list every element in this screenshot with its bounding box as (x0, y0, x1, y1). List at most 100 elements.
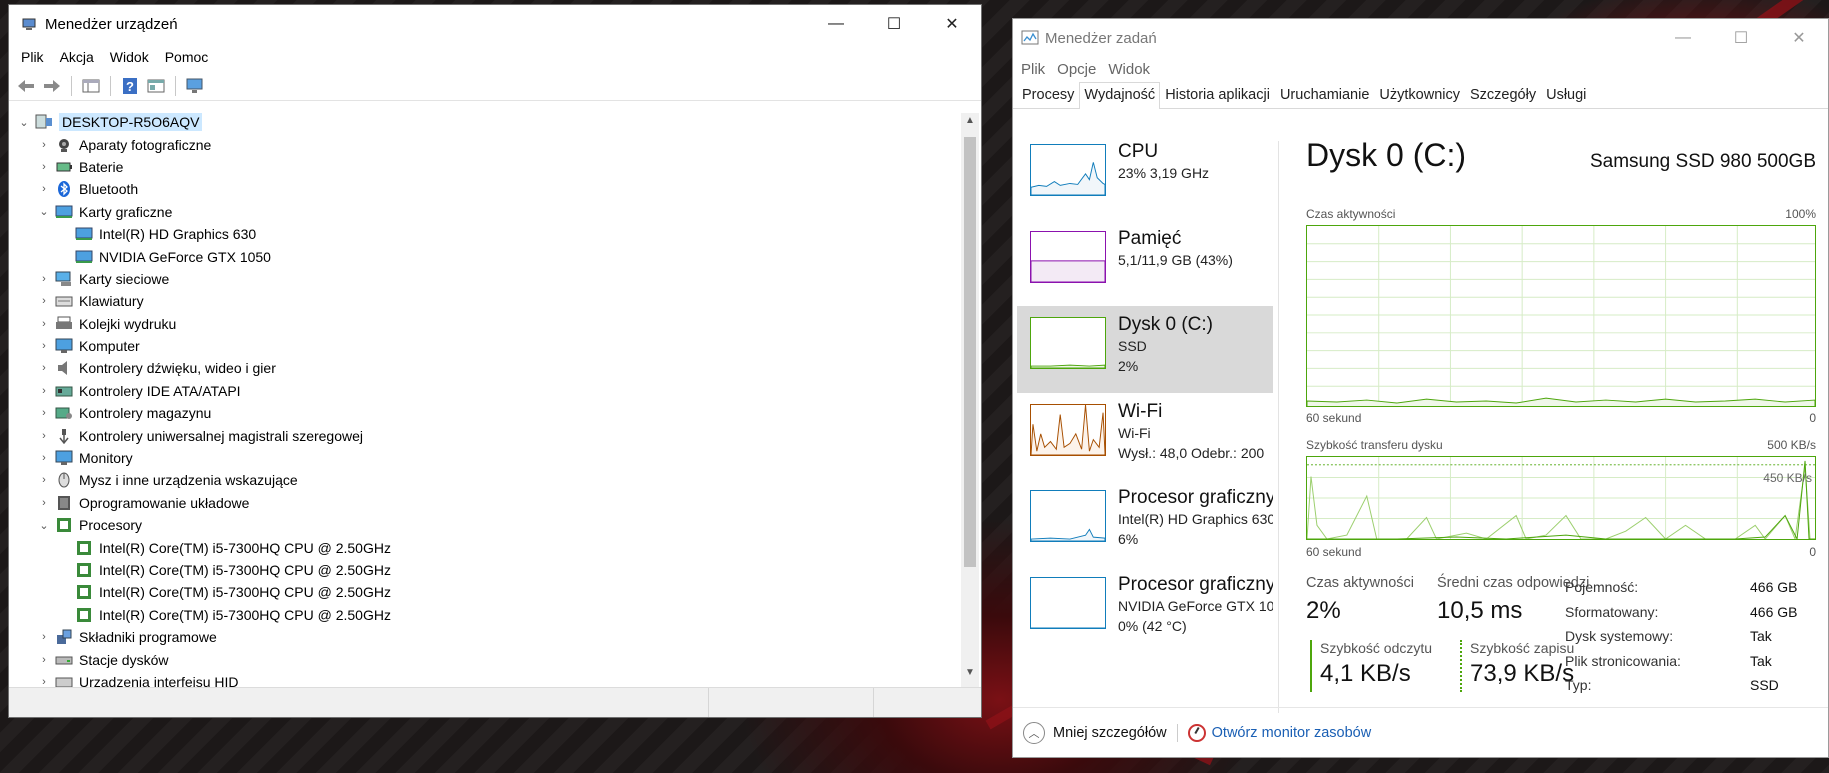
tree-item[interactable]: › Kontrolery magazynu (9, 402, 961, 424)
window-controls: — ☐ ✕ (807, 5, 981, 43)
tree-item[interactable]: › Komputer (9, 335, 961, 357)
tree-item[interactable]: › Kolejki wydruku (9, 313, 961, 335)
tree-item-label: Mysz i inne urządzenia wskazujące (79, 472, 298, 489)
close-button[interactable]: ✕ (1770, 19, 1828, 57)
resource-sparkline (1030, 490, 1106, 542)
processor-icon (77, 585, 91, 600)
resource-item[interactable]: Dysk 0 (C:) SSD 2% (1017, 306, 1273, 393)
open-resource-monitor-link[interactable]: Otwórz monitor zasobów (1212, 725, 1372, 741)
device-manager-window: Menedżer urządzeń — ☐ ✕ Plik Akcja Widok… (8, 4, 982, 718)
properties-icon[interactable] (143, 74, 169, 98)
scroll-down-arrow-icon[interactable]: ▼ (961, 667, 979, 685)
scan-hardware-icon[interactable] (182, 74, 208, 98)
chevron-right-icon[interactable]: › (37, 160, 51, 174)
read-speed-label: Szybkość odczytu (1320, 640, 1433, 656)
tab-procesy[interactable]: Procesy (1017, 82, 1079, 108)
back-arrow-icon[interactable] (13, 74, 39, 98)
tree-item[interactable]: › Stacje dysków (9, 648, 961, 670)
chevron-right-icon[interactable]: › (37, 630, 51, 644)
chevron-down-icon[interactable]: ⌄ (17, 115, 31, 129)
tree-item-label: Kolejki wydruku (79, 315, 177, 332)
chevron-right-icon[interactable]: › (37, 339, 51, 353)
chevron-down-icon[interactable]: ⌄ (37, 518, 51, 532)
tab-wydajnosc[interactable]: Wydajność (1079, 82, 1161, 109)
tree-item[interactable]: › Oprogramowanie układowe (9, 492, 961, 514)
tree-item[interactable]: › Kontrolery uniwersalnej magistrali szer… (9, 424, 961, 446)
maximize-button[interactable]: ☐ (1712, 19, 1770, 57)
tree-item[interactable]: › Baterie (9, 156, 961, 178)
minimize-button[interactable]: — (1654, 19, 1712, 57)
disk-detail-panel: Dysk 0 (C:) Samsung SSD 980 500GB Czas a… (1306, 137, 1816, 717)
tree-item[interactable]: NVIDIA GeForce GTX 1050 (9, 245, 961, 267)
forward-arrow-icon[interactable] (39, 74, 65, 98)
tree-item[interactable]: Intel(R) HD Graphics 630 (9, 223, 961, 245)
tree-item-label: Bluetooth (79, 181, 139, 198)
menu-plik[interactable]: Plik (13, 49, 52, 65)
menu-akcja[interactable]: Akcja (52, 49, 102, 65)
menu-opcje[interactable]: Opcje (1051, 61, 1102, 78)
show-hide-console-tree-icon[interactable] (78, 74, 104, 98)
resource-value: 0% (42 °C) (1118, 617, 1187, 634)
chevron-right-icon[interactable]: › (37, 384, 51, 398)
maximize-button[interactable]: ☐ (865, 5, 923, 43)
chevron-right-icon[interactable]: › (37, 653, 51, 667)
less-details-link[interactable]: Mniej szczegółów (1053, 725, 1167, 741)
menu-widok[interactable]: Widok (1102, 61, 1156, 78)
chevron-right-icon[interactable]: › (37, 294, 51, 308)
chevron-right-icon[interactable]: › (37, 429, 51, 443)
resource-item[interactable]: Procesor graficzny 1 NVIDIA GeForce GTX 1… (1017, 566, 1273, 653)
chevron-up-icon[interactable]: ︿ (1023, 721, 1045, 744)
scrollbar-thumb[interactable] (964, 137, 976, 567)
bluetooth-icon (58, 181, 70, 198)
tab-uslugi[interactable]: Usługi (1541, 82, 1591, 108)
tree-item[interactable]: › Bluetooth (9, 178, 961, 200)
tree-item[interactable]: ⌄ Procesory (9, 514, 961, 536)
help-icon[interactable]: ? (117, 74, 143, 98)
menu-plik[interactable]: Plik (1015, 61, 1051, 78)
tree-item[interactable]: › Kontrolery IDE ATA/ATAPI (9, 380, 961, 402)
chevron-right-icon[interactable]: › (37, 361, 51, 375)
resource-item[interactable]: CPU 23% 3,19 GHz (1017, 133, 1273, 220)
chevron-down-icon[interactable]: ⌄ (37, 205, 51, 219)
active-time-value: 2% (1306, 597, 1341, 624)
tree-item[interactable]: › Kontrolery dźwięku, wideo i gier (9, 357, 961, 379)
tab-historia-aplikacji[interactable]: Historia aplikacji (1160, 82, 1275, 108)
tree-item[interactable]: Intel(R) Core(TM) i5-7300HQ CPU @ 2.50GH… (9, 581, 961, 603)
tree-item[interactable]: › Monitory (9, 447, 961, 469)
vertical-scrollbar[interactable]: ▲ ▼ (961, 113, 979, 687)
resource-detail: SSD (1118, 338, 1147, 354)
tree-root[interactable]: ⌄ DESKTOP-R5O6AQV (9, 111, 961, 133)
tree-item[interactable]: › Aparaty fotograficzne (9, 133, 961, 155)
tree-item[interactable]: › Klawiatury (9, 290, 961, 312)
tree-item[interactable]: › Składniki programowe (9, 626, 961, 648)
tree-item[interactable]: Intel(R) Core(TM) i5-7300HQ CPU @ 2.50GH… (9, 604, 961, 626)
resource-item[interactable]: Wi-Fi Wi-Fi Wysł.: 48,0 Odebr.: 200 (1017, 393, 1273, 480)
network-adapter-icon (55, 271, 71, 286)
tab-uruchamianie[interactable]: Uruchamianie (1275, 82, 1374, 108)
resource-item[interactable]: Pamięć 5,1/11,9 GB (43%) (1017, 220, 1273, 307)
chevron-right-icon[interactable]: › (37, 138, 51, 152)
chevron-right-icon[interactable]: › (37, 496, 51, 510)
chevron-right-icon[interactable]: › (37, 451, 51, 465)
tab-szczegoly[interactable]: Szczegóły (1465, 82, 1541, 108)
tree-item[interactable]: Intel(R) Core(TM) i5-7300HQ CPU @ 2.50GH… (9, 559, 961, 581)
close-button[interactable]: ✕ (923, 5, 981, 43)
chevron-right-icon[interactable]: › (37, 272, 51, 286)
menu-pomoc[interactable]: Pomoc (157, 49, 217, 65)
chevron-right-icon[interactable]: › (37, 406, 51, 420)
tree-item[interactable]: Intel(R) Core(TM) i5-7300HQ CPU @ 2.50GH… (9, 536, 961, 558)
chevron-right-icon[interactable]: › (37, 473, 51, 487)
tree-item[interactable]: › Mysz i inne urządzenia wskazujące (9, 469, 961, 491)
chevron-right-icon[interactable]: › (37, 317, 51, 331)
window-title: Menedżer urządzeń (45, 15, 178, 33)
display-adapter-icon (75, 250, 93, 263)
menu-widok[interactable]: Widok (102, 49, 157, 65)
tab-uzytkownicy[interactable]: Użytkownicy (1374, 82, 1465, 108)
tree-item[interactable]: ⌄ Karty graficzne (9, 201, 961, 223)
chevron-right-icon[interactable]: › (37, 182, 51, 196)
tree-item[interactable]: › Karty sieciowe (9, 268, 961, 290)
scroll-up-arrow-icon[interactable]: ▲ (961, 115, 979, 133)
minimize-button[interactable]: — (807, 5, 865, 43)
tree-item-label: Aparaty fotograficzne (79, 136, 212, 153)
resource-item[interactable]: Procesor graficzny 0 Intel(R) HD Graphics… (1017, 479, 1273, 566)
